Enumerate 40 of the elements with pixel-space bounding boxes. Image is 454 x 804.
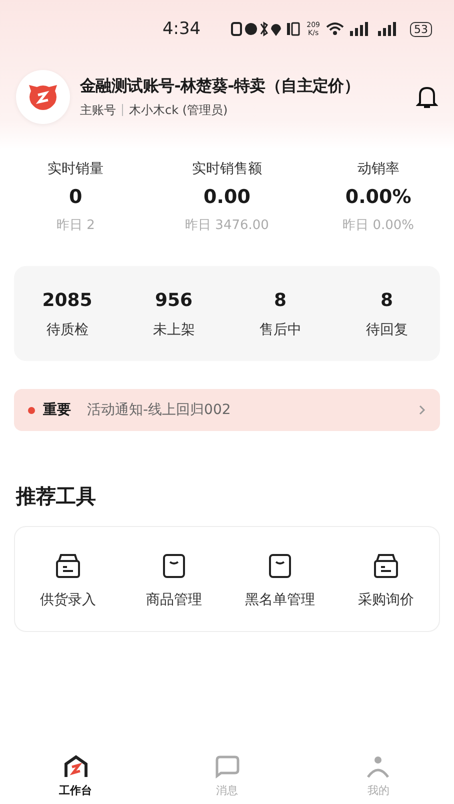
yesterday-value: 昨日 0.00% — [342, 217, 414, 234]
dot-icon — [28, 406, 35, 414]
tool-button[interactable]: 黑名单管理 — [227, 551, 333, 609]
tool-button[interactable]: 采购询价 — [333, 551, 439, 609]
person-icon — [365, 755, 392, 779]
user-name: 木小木ck (管理员) — [129, 102, 228, 118]
battery-level: 53 — [410, 22, 432, 36]
task-label[interactable]: 待质检 — [46, 321, 88, 339]
archive-box-icon — [371, 551, 401, 581]
stat-label: 动销率 — [357, 160, 400, 178]
notice-bar[interactable]: 重要 活动通知-线上回归002 — [14, 389, 440, 431]
chevron-icon — [418, 404, 426, 416]
task-label[interactable]: 待回复 — [366, 321, 408, 339]
tool-button[interactable]: 商品管理 — [121, 551, 227, 609]
account-title: 金融测试账号-林楚葵-特卖（自主定价） — [80, 76, 361, 96]
tool-button[interactable]: 供货录入 — [15, 551, 121, 609]
stat-label: 实时销售额 — [192, 160, 262, 178]
task-count[interactable]: 8 — [274, 290, 287, 311]
task-count[interactable]: 2085 — [42, 290, 92, 311]
house-icon — [62, 755, 89, 779]
account-role: 主账号 — [80, 102, 116, 118]
stat-label: 实时销量 — [48, 160, 104, 178]
stat-value: 0 — [69, 186, 82, 208]
task-label[interactable]: 未上架 — [152, 321, 195, 339]
chat-bubble-icon — [214, 755, 240, 779]
section-title: 推荐工具 — [16, 483, 97, 510]
status-icons-drawing — [230, 21, 301, 37]
stat-value: 0.00% — [345, 186, 412, 208]
bell-icon[interactable] — [416, 85, 438, 109]
notice-text: 活动通知-线上回归002 — [87, 401, 232, 419]
nav-tab[interactable]: 工作台 — [0, 755, 152, 798]
notice-tag: 重要 — [43, 401, 71, 419]
yesterday-value: 昨日 2 — [56, 217, 95, 234]
clock-time: 4:34 — [162, 19, 201, 39]
task-label[interactable]: 售后中 — [259, 321, 302, 339]
yesterday-value: 昨日 3476.00 — [185, 217, 269, 234]
task-count[interactable]: 956 — [154, 290, 193, 311]
stat-value: 0.00 — [204, 186, 250, 208]
archive-box-icon — [53, 551, 83, 581]
task-count[interactable]: 8 — [380, 290, 394, 311]
